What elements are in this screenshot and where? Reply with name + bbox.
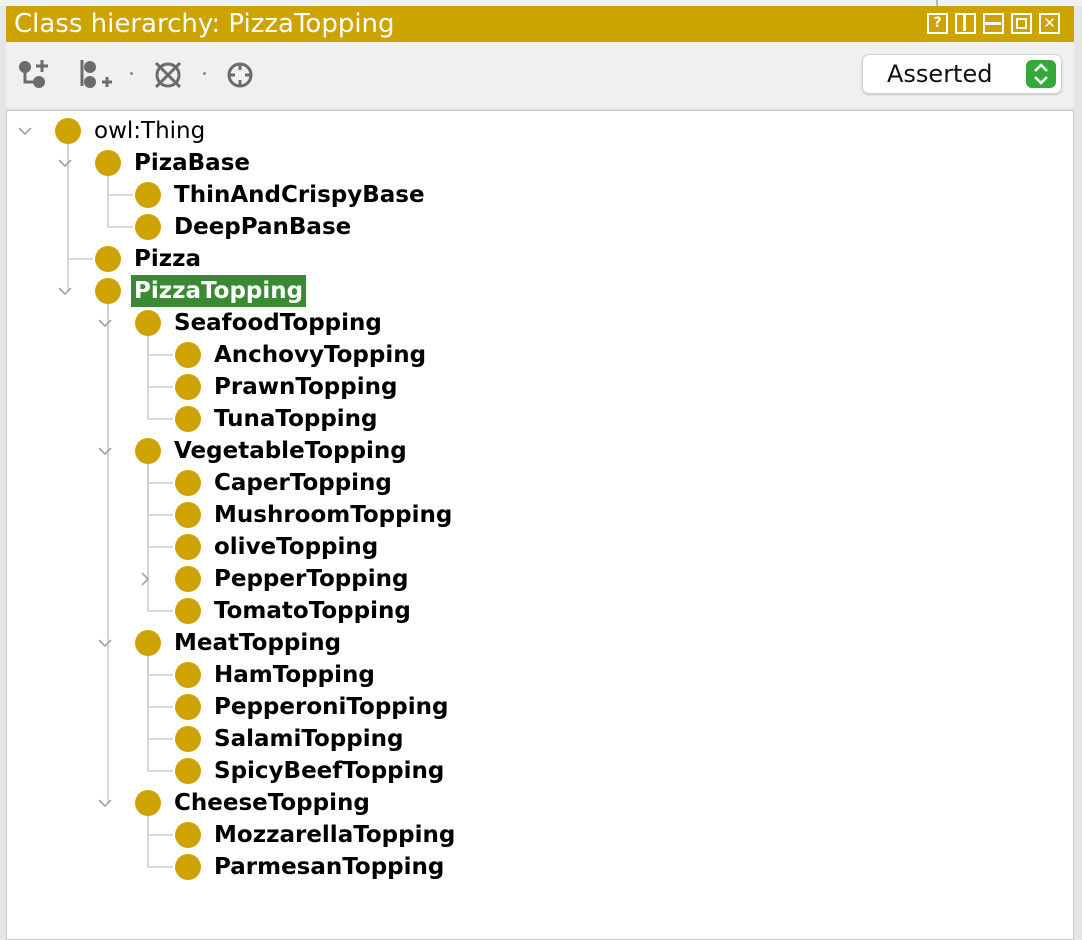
toolbar: Asserted bbox=[6, 42, 1074, 108]
class-icon bbox=[175, 726, 201, 752]
tree-node-label: SalamiTopping bbox=[214, 726, 404, 752]
class-icon bbox=[95, 150, 121, 176]
tree-node-label: MozzarellaTopping bbox=[214, 822, 456, 848]
class-icon bbox=[175, 662, 201, 688]
toolbar-separator bbox=[130, 72, 133, 75]
find-button[interactable] bbox=[221, 56, 259, 94]
maximize-view-button[interactable] bbox=[1011, 13, 1032, 34]
tree-node-label: PizzaTopping bbox=[131, 275, 307, 307]
hierarchy-mode-value: Asserted bbox=[887, 60, 993, 88]
chevron-down-icon[interactable] bbox=[97, 635, 113, 651]
tree-node-label: AnchovyTopping bbox=[214, 342, 427, 368]
select-arrows-icon bbox=[1026, 60, 1056, 88]
tree-node-label: HamTopping bbox=[214, 662, 375, 688]
class-icon bbox=[175, 758, 201, 784]
close-icon: ✕ bbox=[1043, 14, 1056, 32]
chevron-down-icon[interactable] bbox=[97, 315, 113, 331]
tree-guide-lines bbox=[67, 144, 173, 868]
tree-node-label: ThinAndCrispyBase bbox=[174, 182, 425, 208]
class-icon bbox=[175, 822, 201, 848]
class-icon bbox=[175, 598, 201, 624]
float-view-button[interactable] bbox=[955, 13, 976, 34]
tree-node-label: ParmesanTopping bbox=[214, 854, 445, 880]
add-sibling-class-button[interactable] bbox=[76, 56, 114, 94]
class-icon bbox=[135, 182, 161, 208]
tree-node-label: TunaTopping bbox=[214, 406, 378, 432]
tree-node-label: VegetableTopping bbox=[174, 438, 407, 464]
minimize-view-button[interactable] bbox=[983, 13, 1004, 34]
add-sibling-class-icon bbox=[80, 60, 112, 88]
find-icon bbox=[227, 62, 253, 88]
tree-node-label: SpicyBeefTopping bbox=[214, 758, 445, 784]
help-button[interactable]: ? bbox=[927, 13, 948, 34]
tree-node-label: TomatoTopping bbox=[214, 598, 411, 624]
close-view-button[interactable]: ✕ bbox=[1039, 13, 1060, 34]
tree-node-label: MushroomTopping bbox=[214, 502, 453, 528]
chevron-down-icon[interactable] bbox=[97, 443, 113, 459]
class-icon bbox=[135, 214, 161, 240]
chevron-down-icon[interactable] bbox=[57, 283, 73, 299]
chevron-right-icon[interactable] bbox=[137, 571, 153, 587]
add-subclass-button[interactable] bbox=[16, 56, 54, 94]
class-tree: owl:Thing PizaBase ThinAndCrispyBase DeepPa… bbox=[6, 110, 1074, 940]
class-icon bbox=[135, 630, 161, 656]
class-icon bbox=[175, 694, 201, 720]
tree-node-label: CaperTopping bbox=[214, 470, 392, 496]
tree-node-label: PizaBase bbox=[134, 150, 250, 176]
tree-node-label: oliveTopping bbox=[214, 534, 379, 560]
class-icon bbox=[55, 118, 81, 144]
tree-node-label: PepperoniTopping bbox=[214, 694, 449, 720]
tree-node-label: MeatTopping bbox=[174, 630, 342, 656]
class-icon bbox=[175, 534, 201, 560]
tree-node-label: PepperTopping bbox=[214, 566, 409, 592]
tree-node-label: DeepPanBase bbox=[174, 214, 352, 240]
help-icon: ? bbox=[933, 15, 942, 31]
hierarchy-mode-select[interactable]: Asserted bbox=[862, 54, 1062, 94]
chevron-down-icon[interactable] bbox=[17, 123, 33, 139]
tree-node-label: CheeseTopping bbox=[174, 790, 370, 816]
class-icon bbox=[95, 246, 121, 272]
tree-node-label: Pizza bbox=[134, 246, 202, 272]
class-icon bbox=[175, 342, 201, 368]
add-subclass-icon bbox=[19, 60, 48, 88]
class-icon bbox=[135, 310, 161, 336]
tree-node-label: PrawnTopping bbox=[214, 374, 398, 400]
view-title-bar: Class hierarchy: PizzaTopping ? ✕ bbox=[6, 6, 1074, 42]
chevron-down-icon[interactable] bbox=[97, 795, 113, 811]
class-icon bbox=[135, 790, 161, 816]
class-icon bbox=[175, 470, 201, 496]
delete-class-button[interactable] bbox=[149, 56, 187, 94]
chevron-down-icon[interactable] bbox=[57, 155, 73, 171]
class-icon bbox=[175, 406, 201, 432]
delete-class-icon bbox=[154, 61, 182, 89]
tree-node-label: SeafoodTopping bbox=[174, 310, 382, 336]
class-icon bbox=[175, 502, 201, 528]
class-icon bbox=[175, 566, 201, 592]
class-icon bbox=[175, 854, 201, 880]
class-icon bbox=[175, 374, 201, 400]
class-icon bbox=[95, 278, 121, 304]
view-title: Class hierarchy: PizzaTopping bbox=[14, 9, 395, 39]
class-icon bbox=[135, 438, 161, 464]
toolbar-separator bbox=[203, 72, 206, 75]
tree-node-label: owl:Thing bbox=[94, 118, 206, 144]
